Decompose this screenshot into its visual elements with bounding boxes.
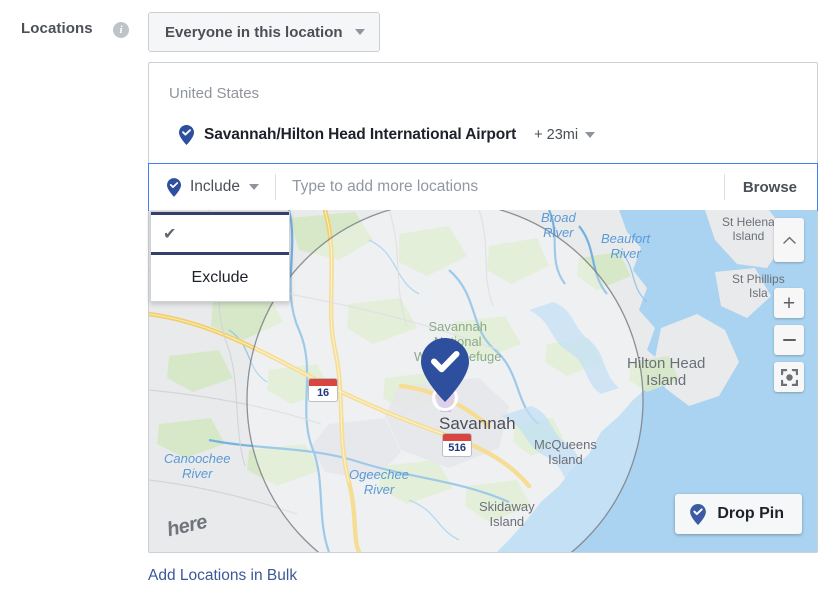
menu-item-include[interactable]: ✔	[151, 215, 289, 252]
locations-box: United States Savannah/Hilton Head Inter…	[148, 62, 818, 553]
zoom-out-icon[interactable]	[774, 325, 804, 355]
map-zoom-controls: +	[774, 288, 804, 399]
selected-location-row: Savannah/Hilton Head International Airpo…	[179, 125, 596, 145]
selected-location-name: Savannah/Hilton Head International Airpo…	[204, 126, 517, 143]
locations-targeting-panel: Locations i Everyone in this location Un…	[0, 0, 838, 604]
highway-shield-516: 516	[442, 433, 472, 457]
map-pin-check-icon	[690, 503, 707, 525]
highway-shield-16: 16	[308, 378, 338, 402]
include-mode-dropdown[interactable]: Include	[149, 164, 275, 210]
radius-label: + 23mi	[534, 127, 579, 143]
include-input-row: Include Browse	[148, 163, 818, 211]
radius-select[interactable]: + 23mi	[534, 127, 596, 143]
drop-pin-label: Drop Pin	[717, 505, 784, 522]
menu-item-exclude[interactable]: Exclude	[151, 255, 289, 301]
map-controls	[774, 218, 804, 269]
country-label: United States	[169, 85, 260, 102]
add-location-input[interactable]	[275, 164, 724, 210]
chevron-down-icon	[354, 29, 365, 35]
audience-type-label: Everyone in this location	[165, 23, 343, 41]
audience-type-select[interactable]: Everyone in this location	[148, 12, 380, 52]
compass-up-icon[interactable]	[774, 218, 804, 262]
recenter-icon[interactable]	[774, 362, 804, 392]
check-icon: ✔	[163, 225, 177, 243]
browse-button[interactable]: Browse	[725, 164, 817, 210]
info-icon[interactable]: i	[113, 22, 129, 38]
page-title: Locations	[21, 20, 93, 37]
include-mode-menu: ✔ Exclude	[150, 211, 290, 302]
chevron-down-icon	[585, 132, 596, 138]
map-pin-check-icon	[167, 177, 181, 197]
map-pin-check-icon[interactable]	[421, 338, 469, 407]
drop-pin-button[interactable]: Drop Pin	[675, 494, 802, 534]
chevron-down-icon	[248, 184, 259, 190]
zoom-in-icon[interactable]: +	[774, 288, 804, 318]
add-locations-in-bulk-link[interactable]: Add Locations in Bulk	[148, 567, 297, 585]
include-mode-label: Include	[190, 178, 240, 195]
map-pin-check-icon	[179, 125, 194, 145]
